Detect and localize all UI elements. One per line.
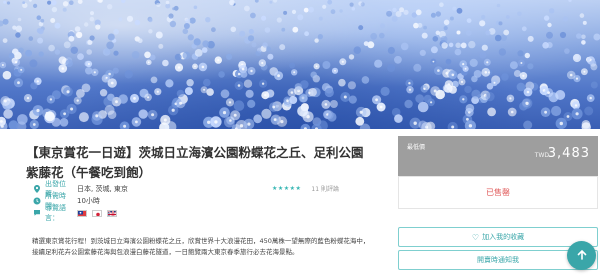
clock-icon [32, 197, 41, 205]
info-value: 日本, 茨城, 東京 [77, 185, 128, 193]
language-flags [77, 209, 120, 217]
japan-flag-icon [92, 209, 103, 217]
price-box: 最低價 TWD 3,483 [398, 136, 598, 176]
location-pin-icon [32, 185, 41, 193]
heart-icon: ♡ [471, 232, 480, 242]
nemophila-field-illustration [0, 0, 600, 129]
status-box: 已售罄 [398, 176, 598, 209]
price-value: 3,483 [547, 146, 590, 161]
taiwan-flag-icon [77, 209, 87, 217]
add-to-favorites-button[interactable]: ♡ 加入我的收藏 [398, 227, 598, 247]
tour-title: 【東京賞花一日遊】茨城日立海濱公園粉蝶花之丘、足利公園紫藤花（午餐吃到飽） [26, 145, 364, 180]
favorite-label: 加入我的收藏 [482, 233, 525, 241]
scroll-to-top-button[interactable] [567, 241, 596, 270]
info-label: 導覽語言： [45, 204, 66, 222]
review-count[interactable]: 11 則評論 [311, 184, 339, 193]
soldout-status: 已售罄 [486, 188, 510, 197]
tour-description: 精選東京賞花行程！到茨城日立海濱公園粉蝶花之丘，欣賞世界十大浪漫花田，450萬株… [32, 237, 370, 256]
price-label: 最低價 [407, 144, 426, 151]
tour-info: 出發位置： 日本, 茨城, 東京 所需時間： 10小時 導覽語言： [32, 180, 128, 222]
rating[interactable]: ★★★★★ 11 則評論 [272, 184, 339, 193]
notify-label: 開賣時通知我 [477, 256, 519, 264]
uk-flag-icon [107, 209, 118, 217]
info-value: 10小時 [77, 197, 100, 205]
hero-image [0, 0, 600, 129]
star-rating-icon: ★★★★★ [272, 185, 302, 192]
arrow-up-icon [576, 246, 588, 265]
chat-icon [32, 209, 41, 217]
info-language: 導覽語言： [32, 204, 128, 222]
